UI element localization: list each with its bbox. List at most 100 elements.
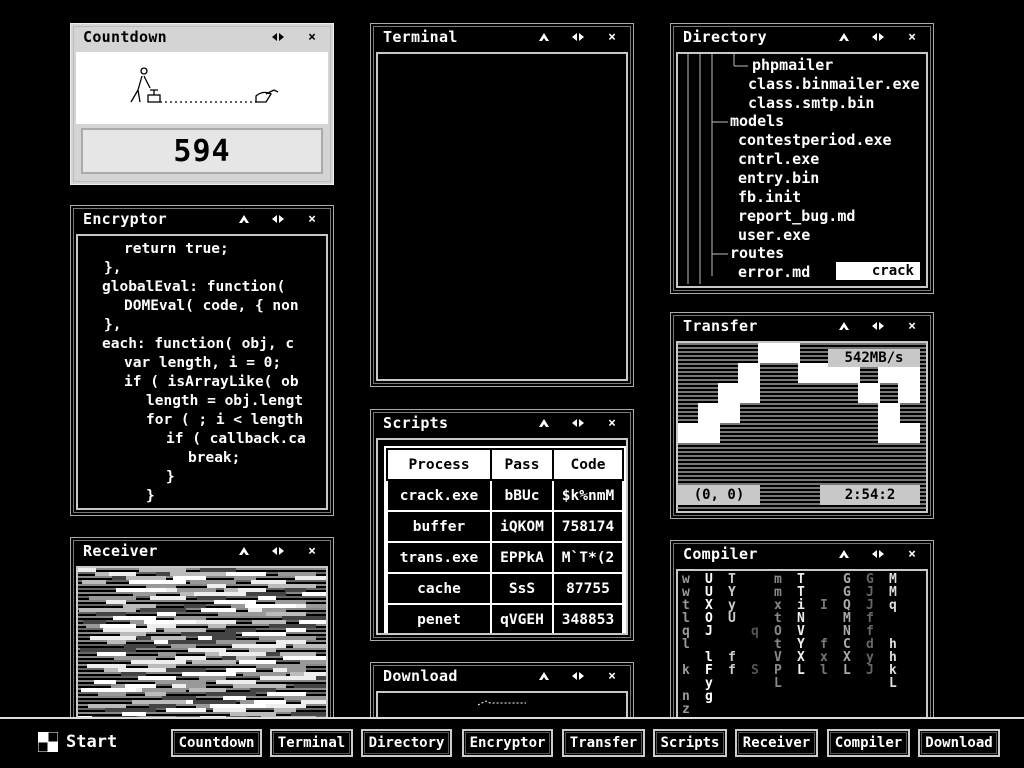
terminal-output[interactable] (376, 52, 628, 381)
encryptor-code-view[interactable]: return true;}, globalEval: function(DOMEv… (76, 234, 328, 510)
taskbar-countdown-button[interactable]: Countdown (171, 729, 262, 757)
close-icon[interactable]: × (895, 543, 929, 565)
compiler-column: w w t l q l k n z (682, 572, 690, 717)
scripts-window[interactable]: Scripts × Process Pass Code crack.exe bBU… (370, 409, 634, 641)
terminal-titlebar[interactable]: Terminal × (375, 26, 629, 48)
start-button[interactable]: Start (38, 729, 117, 755)
table-row[interactable]: penet qVGEH 348853 (386, 603, 624, 633)
transfer-window[interactable]: Transfer × 542MB/s (0, 0) 2:54:2 (670, 312, 934, 519)
countdown-titlebar[interactable]: Countdown × (75, 26, 329, 48)
scan-line (678, 459, 926, 461)
compiler-matrix: w w t l q l k n z U U X O J l F y g T Y y … (676, 569, 928, 724)
noise-block (88, 704, 126, 708)
terminal-title: Terminal (383, 28, 458, 46)
table-row[interactable]: cache SsS 87755 (386, 572, 624, 605)
column-header: Code (552, 448, 624, 481)
tree-file[interactable]: class.smtp.bin (748, 94, 874, 112)
minimize-icon[interactable] (227, 540, 261, 562)
scan-line (678, 463, 926, 465)
code-line: globalEval: function( (102, 279, 286, 295)
receiver-titlebar[interactable]: Receiver × (75, 540, 329, 562)
close-icon[interactable]: × (295, 540, 329, 562)
transfer-titlebar[interactable]: Transfer × (675, 315, 929, 337)
directory-titlebar[interactable]: Directory × (675, 26, 929, 48)
scan-line (678, 507, 926, 509)
close-icon[interactable]: × (595, 665, 629, 687)
noise-block (80, 648, 136, 652)
start-label: Start (66, 732, 118, 752)
minimize-icon[interactable] (527, 26, 561, 48)
tree-file[interactable]: user.exe (738, 226, 810, 244)
transfer-block (898, 383, 920, 403)
directory-window[interactable]: Directory × phpmailer class.binmailer.ex… (670, 23, 934, 294)
noise-block (121, 672, 146, 676)
noise-block (96, 612, 126, 616)
noise-block (79, 608, 136, 612)
minimize-icon[interactable] (227, 208, 261, 230)
move-icon[interactable] (561, 412, 595, 434)
receiver-window[interactable]: Receiver × (70, 537, 334, 727)
download-titlebar[interactable]: Download × (375, 665, 629, 687)
noise-block (243, 672, 286, 676)
tree-file[interactable]: class.binmailer.exe (748, 75, 920, 93)
noise-block (242, 632, 286, 636)
encryptor-titlebar[interactable]: Encryptor × (75, 208, 329, 230)
noise-block (125, 684, 156, 688)
column-header: Process (386, 448, 492, 481)
terminal-window[interactable]: Terminal × (370, 23, 634, 387)
taskbar-terminal-button[interactable]: Terminal (270, 729, 353, 757)
close-icon[interactable]: × (895, 315, 929, 337)
move-icon[interactable] (561, 26, 595, 48)
tree-folder-models[interactable]: models (730, 112, 784, 130)
minimize-icon[interactable] (527, 412, 561, 434)
noise-block (109, 572, 136, 576)
minimize-icon[interactable] (527, 665, 561, 687)
taskbar-scripts-button[interactable]: Scripts (653, 729, 727, 757)
tree-file[interactable]: fb.init (738, 188, 801, 206)
noise-block (259, 636, 316, 640)
tree-file[interactable]: entry.bin (738, 169, 819, 187)
taskbar-transfer-button[interactable]: Transfer (562, 729, 645, 757)
tree-folder-phpmailer[interactable]: phpmailer (752, 56, 833, 74)
tree-file[interactable]: report_bug.md (738, 207, 855, 225)
table-row[interactable]: trans.exe EPPkA M`T*(2 (386, 541, 624, 574)
table-row[interactable]: buffer iQKOM 758174 (386, 510, 624, 543)
move-icon[interactable] (861, 315, 895, 337)
close-icon[interactable]: × (595, 412, 629, 434)
move-icon[interactable] (561, 665, 595, 687)
tree-file[interactable]: cntrl.exe (738, 150, 819, 168)
close-icon[interactable]: × (295, 208, 329, 230)
tree-file[interactable]: error.md (738, 263, 810, 281)
move-icon[interactable] (861, 543, 895, 565)
noise-block (87, 664, 126, 668)
move-icon[interactable] (261, 540, 295, 562)
close-icon[interactable]: × (595, 26, 629, 48)
taskbar-directory-button[interactable]: Directory (361, 729, 452, 757)
table-row[interactable]: crack.exe bBUc $k%nmM (386, 479, 624, 512)
taskbar-encryptor-button[interactable]: Encryptor (462, 729, 553, 757)
minimize-icon[interactable] (827, 315, 861, 337)
countdown-window[interactable]: Countdown × 594 (70, 23, 334, 185)
taskbar-download-button[interactable]: Download (918, 729, 1000, 757)
move-icon[interactable] (861, 26, 895, 48)
minimize-icon[interactable] (827, 26, 861, 48)
encryptor-window[interactable]: Encryptor × return true;}, globalEval: fu… (70, 205, 334, 516)
tree-file[interactable]: contestperiod.exe (738, 131, 892, 149)
close-icon[interactable]: × (295, 26, 329, 48)
move-icon[interactable] (261, 208, 295, 230)
close-icon[interactable]: × (895, 26, 929, 48)
tree-folder-routes[interactable]: routes (730, 244, 784, 262)
crack-badge[interactable]: crack (836, 262, 920, 280)
noise-line (78, 644, 326, 646)
compiler-window[interactable]: Compiler × w w t l q l k n z U U X O J l … (670, 540, 934, 730)
scripts-titlebar[interactable]: Scripts × (375, 412, 629, 434)
taskbar-compiler-button[interactable]: Compiler (827, 729, 910, 757)
minimize-icon[interactable] (827, 543, 861, 565)
directory-tree[interactable]: phpmailer class.binmailer.exe class.smtp… (676, 52, 928, 288)
compiler-titlebar[interactable]: Compiler × (675, 543, 929, 565)
transfer-coords: (0, 0) (678, 485, 760, 505)
taskbar-receiver-button[interactable]: Receiver (735, 729, 818, 757)
noise-block (299, 620, 326, 624)
move-icon[interactable] (261, 26, 295, 48)
noise-block (280, 652, 316, 656)
